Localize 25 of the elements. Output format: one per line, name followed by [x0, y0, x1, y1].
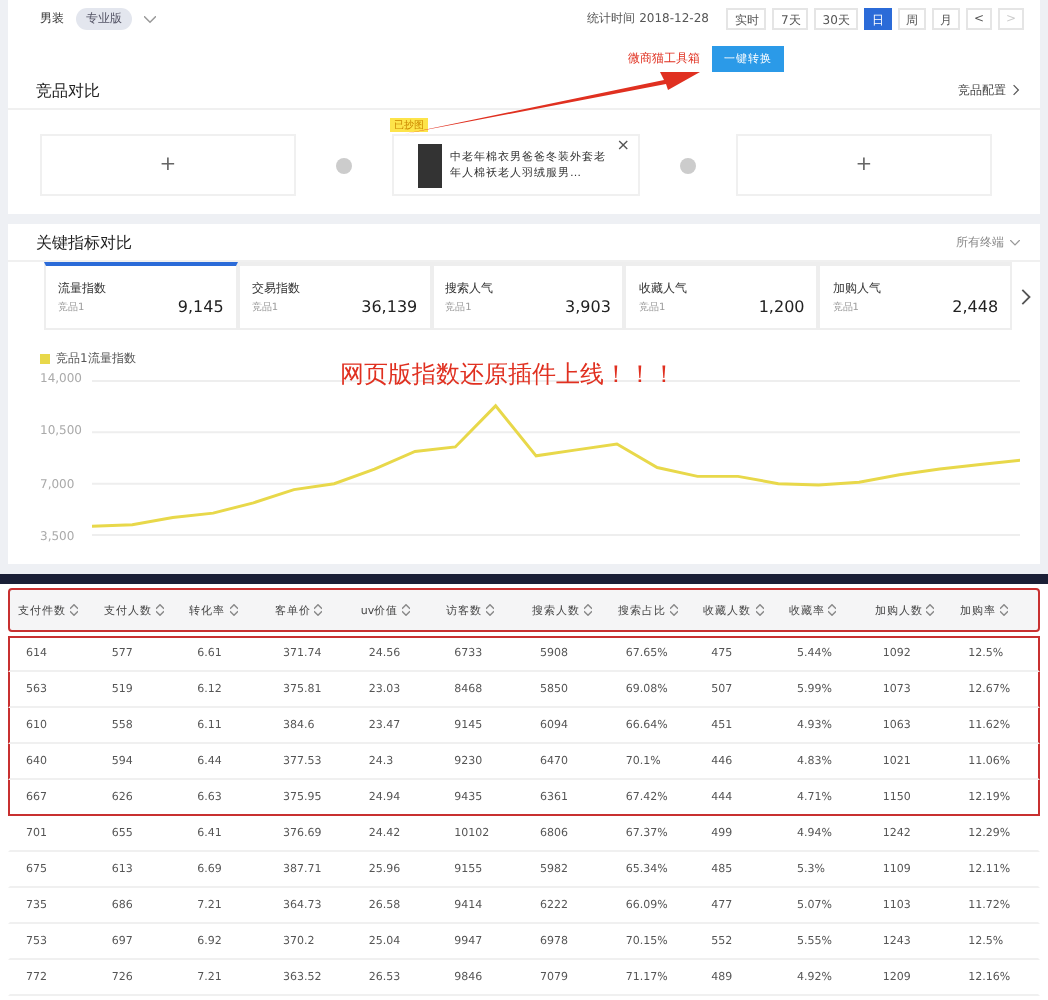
chevron-right-icon[interactable]: [1012, 84, 1020, 96]
add-product-button[interactable]: +: [736, 134, 992, 196]
sort-icon[interactable]: [828, 604, 837, 616]
circle-icon: [336, 157, 352, 173]
sort-icon[interactable]: [70, 604, 78, 616]
sort-icon[interactable]: [314, 604, 323, 616]
add-product-button[interactable]: +: [40, 134, 296, 196]
sort-icon[interactable]: [669, 604, 678, 616]
sort-icon[interactable]: [1000, 604, 1009, 616]
chevron-right-icon[interactable]: [1020, 287, 1032, 305]
sort-icon[interactable]: [155, 604, 164, 616]
sort-icon[interactable]: [486, 604, 495, 616]
circle-icon: [680, 157, 696, 173]
sort-icon[interactable]: [229, 604, 238, 616]
close-button[interactable]: ×: [616, 138, 630, 154]
caret-icon[interactable]: [1010, 239, 1020, 245]
sort-icon[interactable]: [583, 604, 592, 616]
sort-icon[interactable]: [402, 604, 411, 616]
photo-placeholder: [418, 143, 442, 187]
overlay-text: 网页版指数还原插件上线！！！: [340, 358, 676, 392]
section-title: 竞品对比: [36, 79, 100, 101]
sort-icon[interactable]: [755, 604, 764, 616]
sort-icon[interactable]: [926, 604, 935, 616]
caret-icon[interactable]: [144, 15, 156, 23]
section-title: 关键指标对比: [36, 231, 132, 253]
